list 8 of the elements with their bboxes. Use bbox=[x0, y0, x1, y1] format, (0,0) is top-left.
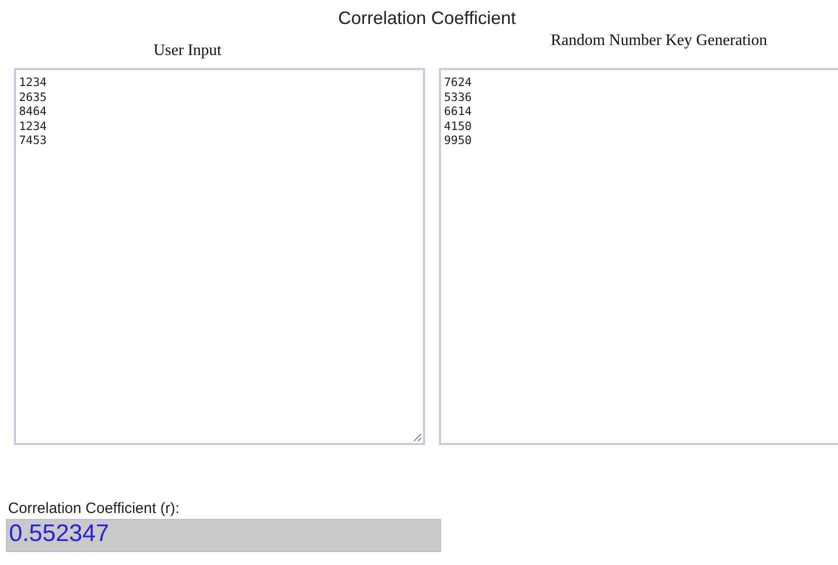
result-field: 0.552347 bbox=[6, 519, 441, 552]
panel-heading: Random Number Key Generation bbox=[550, 32, 768, 51]
result-label: Correlation Coefficient (r): bbox=[8, 500, 180, 519]
number-input-field[interactable]: 7624 5336 6614 4150 9950 bbox=[439, 68, 838, 445]
number-input-field[interactable]: 1234 2635 8464 1234 7453 bbox=[14, 68, 425, 445]
page-title: Correlation Coefficient bbox=[338, 8, 516, 30]
panel-heading: User Input bbox=[154, 42, 222, 61]
resize-grip-icon[interactable] bbox=[412, 432, 422, 442]
